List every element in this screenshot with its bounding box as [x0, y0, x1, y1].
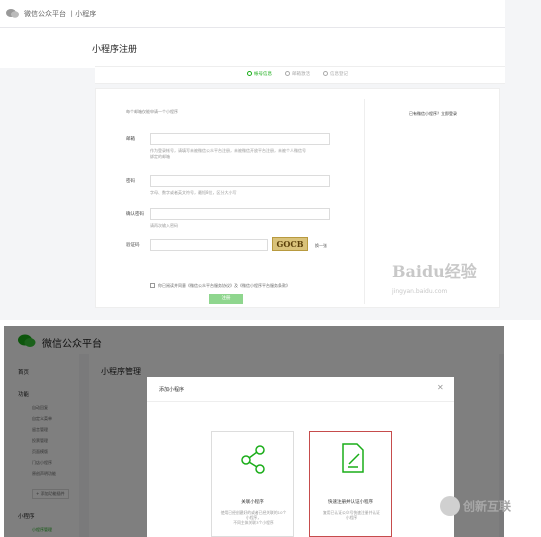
option-label: 关联小程序 — [241, 500, 264, 505]
intro-text: 每个邮箱仅能申请一个小程序 — [126, 109, 178, 114]
add-miniprogram-dialog: 添加小程序 ✕ 关联小程序 使用已经创建好的或者已经关联的10个小程序， 不同主体… — [147, 377, 454, 537]
confirm-password-input[interactable] — [150, 208, 330, 220]
baidu-watermark: Baidu经验 — [392, 262, 477, 281]
password-input[interactable] — [150, 175, 330, 187]
close-icon[interactable]: ✕ — [437, 383, 444, 392]
captcha-label: 验证码 — [126, 243, 140, 248]
captcha-image[interactable]: GOCB — [272, 237, 308, 251]
register-steps: 帐号信息 邮箱激活 信息登记 — [95, 66, 505, 84]
option-link-miniprogram[interactable]: 关联小程序 使用已经创建好的或者已经关联的10个小程序， 不同主体关联3个小程序 — [211, 431, 294, 537]
register-button[interactable]: 注册 — [209, 294, 243, 304]
email-input[interactable] — [150, 133, 330, 145]
agree-checkbox[interactable] — [150, 283, 155, 288]
admin-screenshot: 微信公众平台 首页 功能 自动回复 自定义菜单 留言管理 投票管理 页面模版 门… — [4, 326, 504, 537]
divider — [364, 99, 365, 304]
step-account-info: 帐号信息 — [247, 71, 272, 77]
option-desc: 使用已经创建好的或者已经关联的10个小程序， 不同主体关联3个小程序 — [220, 510, 287, 525]
email-hint-2: 绑定的邮箱 — [150, 154, 170, 159]
step-info-register: 信息登记 — [323, 71, 348, 77]
option-desc: 复用已认证公众号快速注册并认证 小程序 — [323, 510, 380, 520]
wechat-logo-icon — [6, 9, 19, 18]
share-nodes-icon — [241, 445, 265, 474]
document-edit-icon — [342, 443, 364, 473]
confirm-password-label: 确认密码 — [126, 212, 144, 217]
page-title: 小程序注册 — [92, 45, 138, 55]
watermark-logo-icon — [440, 496, 460, 516]
dialog-title: 添加小程序 — [159, 387, 185, 393]
login-link[interactable]: 已有微信小程序？立即登录 — [409, 111, 457, 117]
page-title-bar: 小程序注册 — [0, 28, 505, 68]
captcha-input[interactable] — [150, 239, 268, 251]
captcha-refresh-link[interactable]: 换一张 — [315, 243, 327, 249]
password-label: 密码 — [126, 179, 135, 184]
email-label: 邮箱 — [126, 137, 135, 142]
dialog-divider — [147, 401, 454, 402]
option-label: 快速注册并认证小程序 — [328, 500, 373, 505]
baidu-watermark-url: jingyan.baidu.com — [392, 288, 448, 295]
agree-text: 你已阅读并同意《微信公众平台服务协议》及《微信小程序平台服务条款》 — [158, 283, 290, 288]
register-screenshot: 微信公众平台 丨小程序 小程序注册 帐号信息 邮箱激活 信息登记 每个邮箱仅能申… — [0, 0, 541, 320]
password-hint: 字母、数字或者英文符号，最短8位，区分大小写 — [150, 190, 237, 195]
option-quick-register[interactable]: 快速注册并认证小程序 复用已认证公众号快速注册并认证 小程序 — [309, 431, 392, 537]
confirm-hint: 请再次输入密码 — [150, 223, 178, 228]
header-title: 微信公众平台 丨小程序 — [24, 10, 97, 18]
step-email-activate: 邮箱激活 — [285, 71, 310, 77]
chuangxin-watermark: 创新互联 — [440, 496, 511, 516]
top-header: 微信公众平台 丨小程序 — [0, 0, 505, 28]
email-hint: 作为登录帐号，请填写未被微信公众平台注册，未被微信开放平台注册，未被个人微信号 — [150, 148, 306, 153]
